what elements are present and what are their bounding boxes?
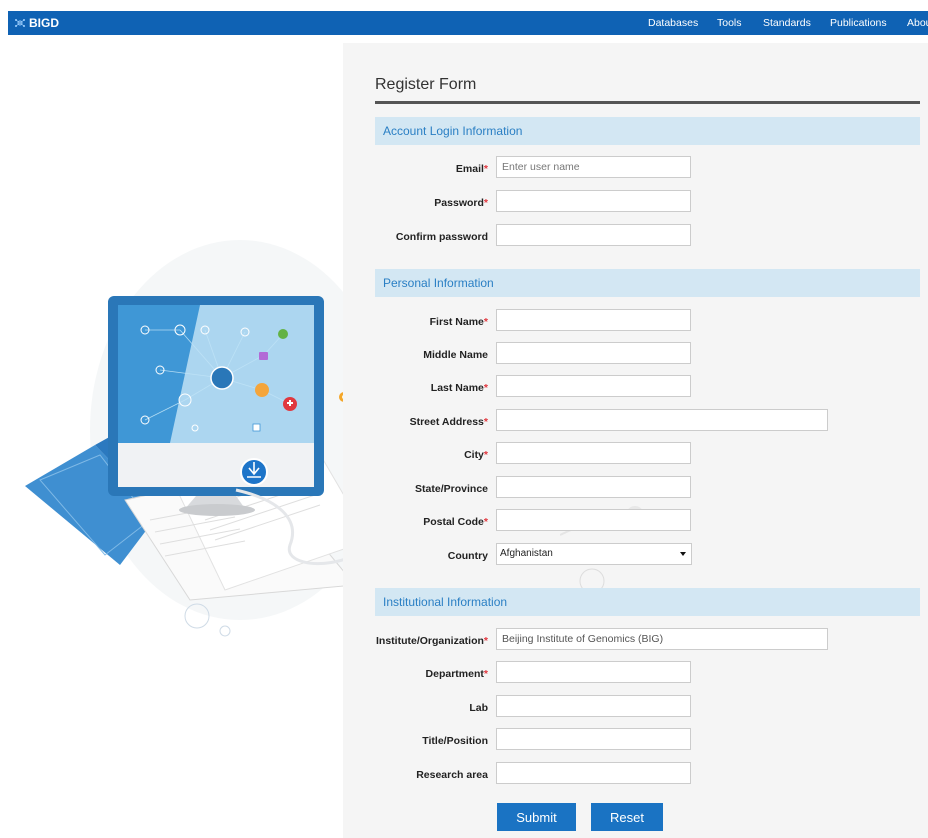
title-divider <box>375 101 920 104</box>
city-field[interactable] <box>496 442 691 464</box>
first-name-label-text: First Name <box>429 316 484 328</box>
department-label: Department* <box>426 668 488 680</box>
section-account-title: Account Login Information <box>383 124 523 138</box>
confirm-password-field[interactable] <box>496 224 691 246</box>
street-address-label: Street Address* <box>410 416 488 428</box>
section-account: Account Login Information <box>375 117 920 145</box>
page-title: Register Form <box>375 76 477 93</box>
nav-about[interactable]: Abou <box>907 17 928 29</box>
lab-field[interactable] <box>496 695 691 717</box>
last-name-label-text: Last Name <box>430 382 484 394</box>
research-area-label: Research area <box>416 769 488 781</box>
last-name-field[interactable] <box>496 375 691 397</box>
required-mark: * <box>483 197 488 209</box>
section-institutional-title: Institutional Information <box>383 595 508 609</box>
institute-field[interactable] <box>496 628 828 650</box>
middle-name-field[interactable] <box>496 342 691 364</box>
email-field[interactable] <box>496 156 691 178</box>
required-mark: * <box>483 316 488 328</box>
required-mark: * <box>483 635 488 647</box>
required-mark: * <box>483 668 488 680</box>
city-label: City* <box>464 449 488 461</box>
title-position-label: Title/Position <box>422 735 488 747</box>
title-position-field[interactable] <box>496 728 691 750</box>
lab-label: Lab <box>469 702 488 714</box>
submit-button[interactable]: Submit <box>497 803 576 831</box>
nav-standards[interactable]: Standards <box>763 17 811 29</box>
nav-tools[interactable]: Tools <box>717 17 742 29</box>
chevron-down-icon <box>680 552 686 556</box>
first-name-label: First Name* <box>430 316 488 328</box>
reset-button[interactable]: Reset <box>591 803 663 831</box>
street-address-field[interactable] <box>496 409 828 431</box>
password-label: Password* <box>434 197 488 209</box>
country-select[interactable]: Afghanistan <box>496 543 692 565</box>
required-mark: * <box>483 449 488 461</box>
middle-name-label: Middle Name <box>423 349 488 361</box>
section-personal: Personal Information <box>375 269 920 297</box>
research-area-field[interactable] <box>496 762 691 784</box>
street-address-label-text: Street Address <box>409 416 484 428</box>
required-mark: * <box>483 382 488 394</box>
email-label: Email* <box>456 163 488 175</box>
email-label-text: Email <box>455 163 484 175</box>
confirm-password-label: Confirm password <box>395 231 488 243</box>
password-field[interactable] <box>496 190 691 212</box>
password-label-text: Password <box>434 197 484 209</box>
required-mark: * <box>483 163 488 175</box>
first-name-field[interactable] <box>496 309 691 331</box>
required-mark: * <box>483 416 488 428</box>
department-field[interactable] <box>496 661 691 683</box>
postal-code-field[interactable] <box>496 509 691 531</box>
nav-databases[interactable]: Databases <box>648 17 698 29</box>
required-mark: * <box>483 516 488 528</box>
country-label: Country <box>447 550 488 562</box>
state-label: State/Province <box>415 483 488 495</box>
postal-code-label: Postal Code* <box>423 516 488 528</box>
department-label-text: Department <box>425 668 484 680</box>
section-institutional: Institutional Information <box>375 588 920 616</box>
nav-publications[interactable]: Publications <box>830 17 887 29</box>
section-personal-title: Personal Information <box>383 276 494 290</box>
computer-illustration <box>25 240 380 637</box>
institute-label-text: Institute/Organization <box>375 635 484 647</box>
state-field[interactable] <box>496 476 691 498</box>
postal-code-label-text: Postal Code <box>423 516 484 528</box>
institute-label: Institute/Organization* <box>376 635 488 647</box>
last-name-label: Last Name* <box>431 382 488 394</box>
country-value: Afghanistan <box>500 548 553 559</box>
city-label-text: City <box>464 449 484 461</box>
